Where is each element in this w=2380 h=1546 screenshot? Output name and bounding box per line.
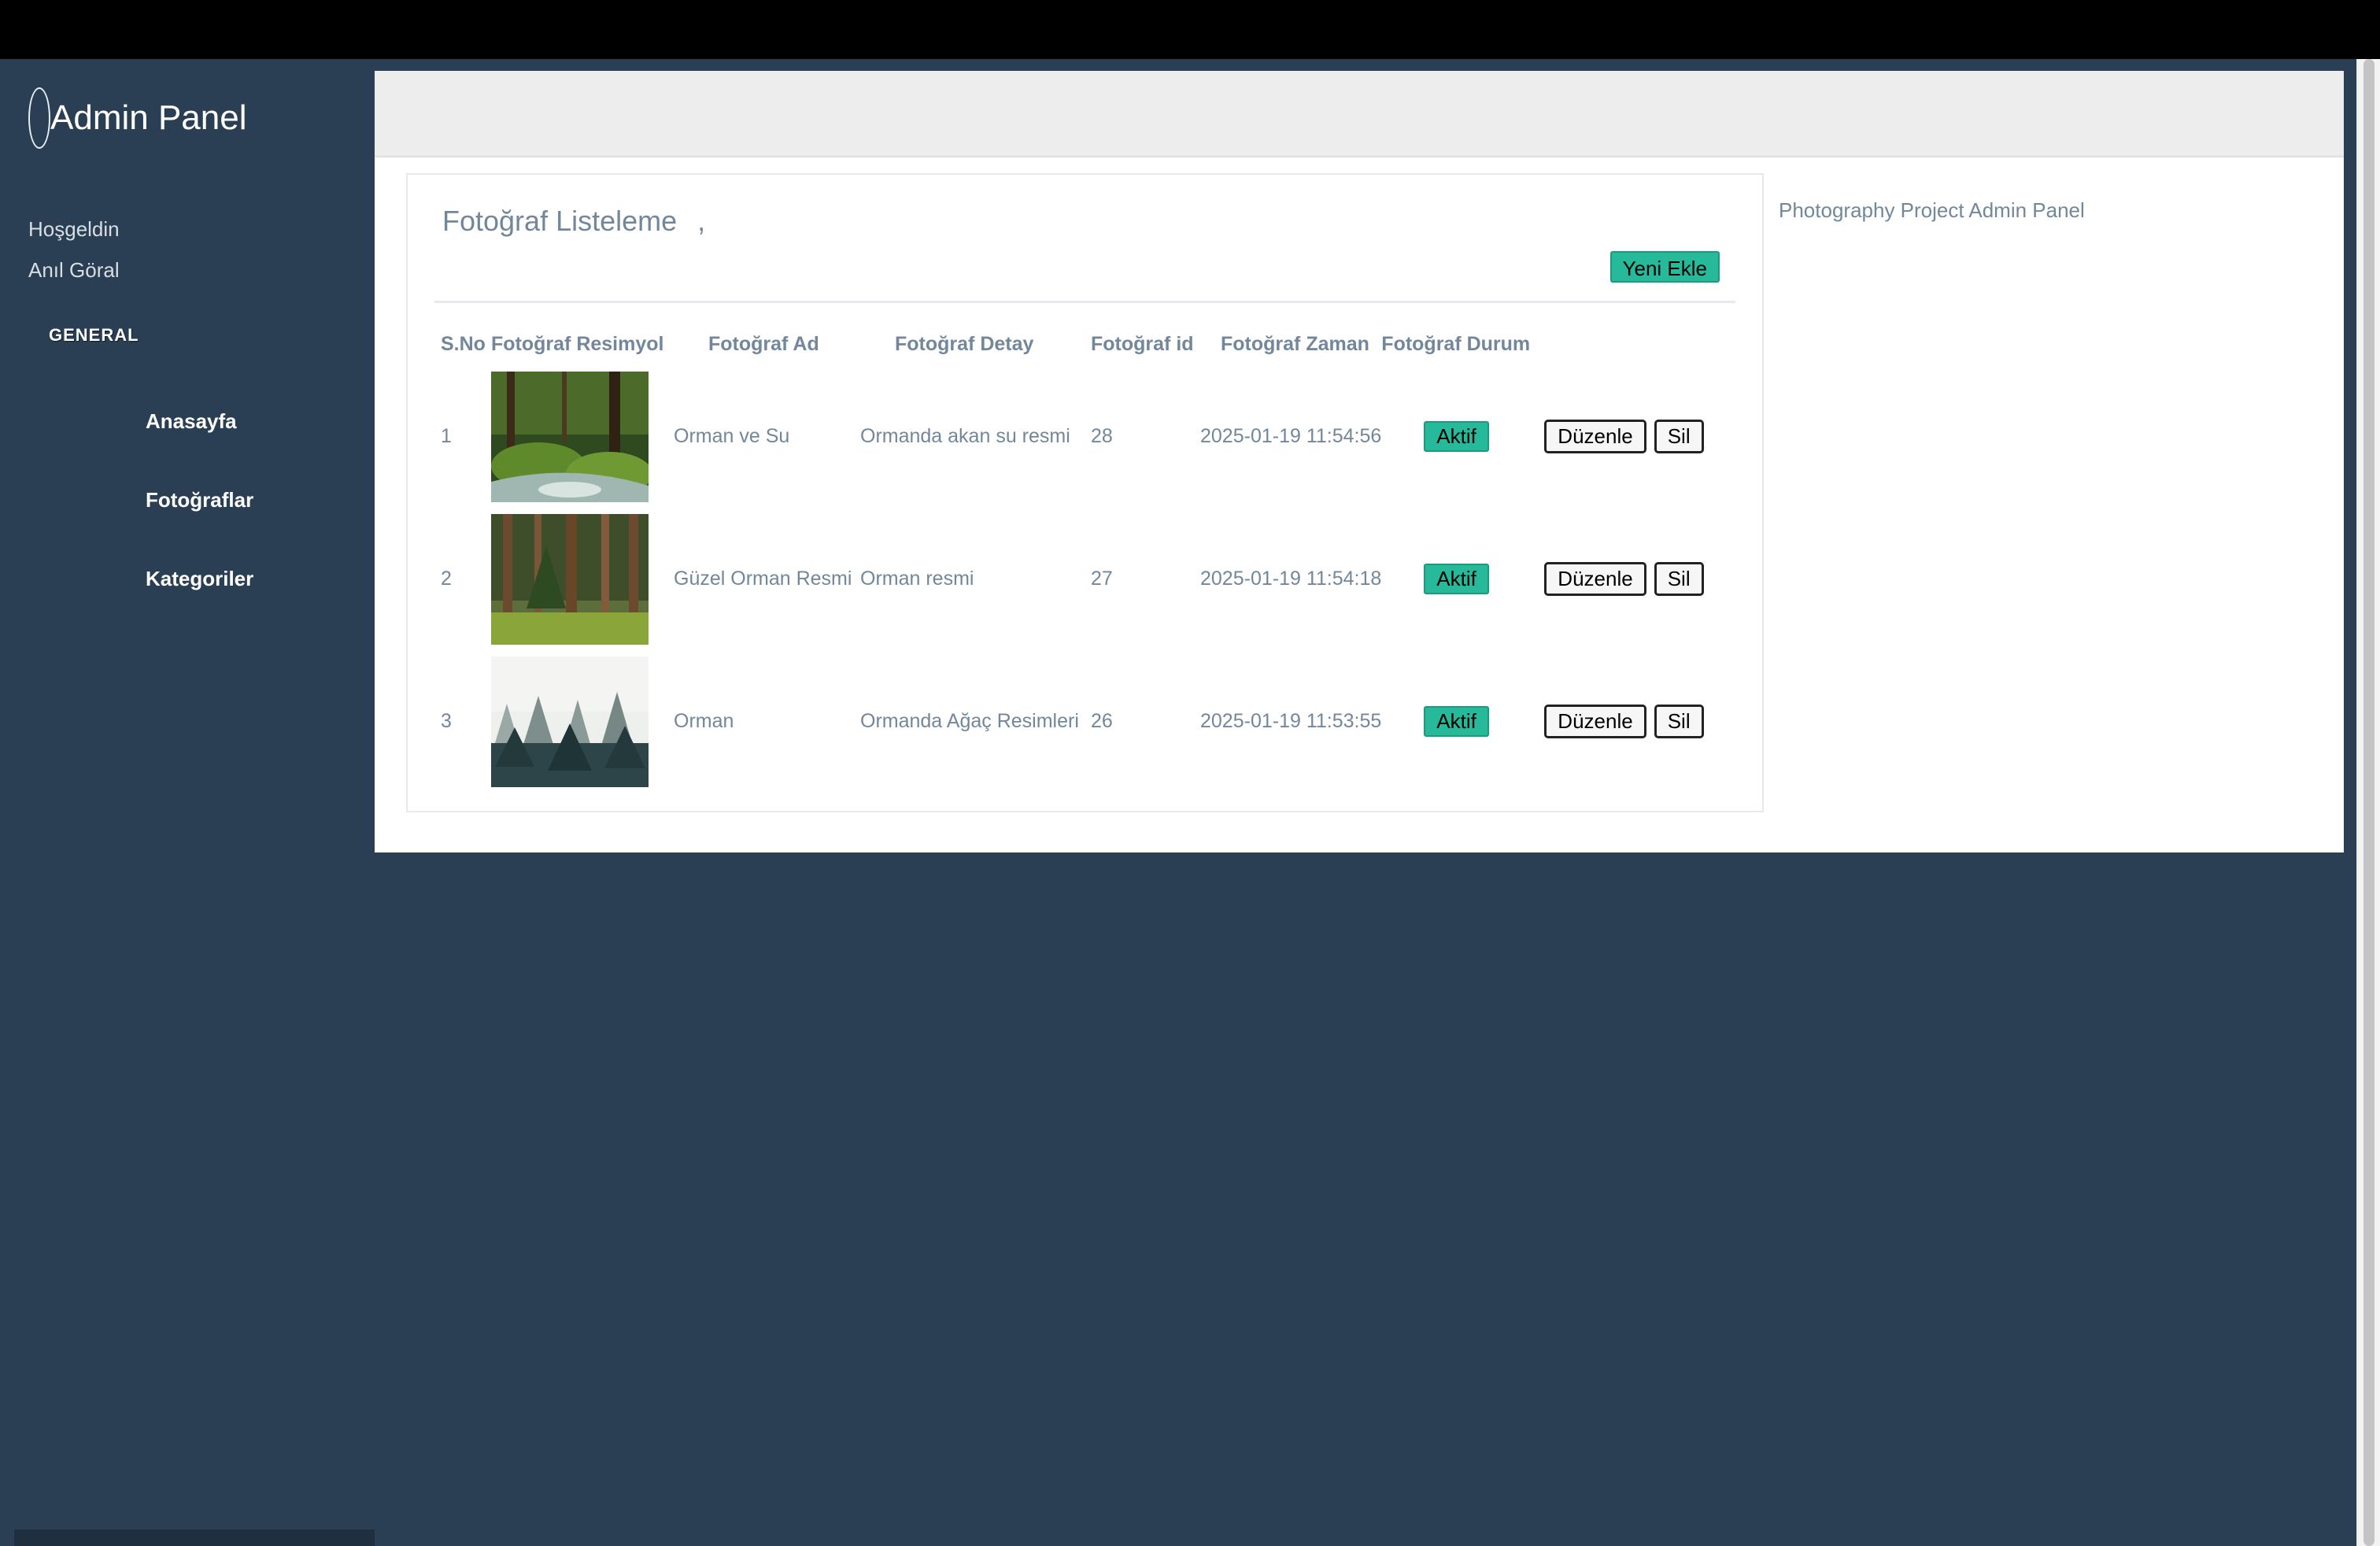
photos-table: S.No Fotoğraf Resimyol Fotoğraf Ad Fotoğ… — [441, 323, 1725, 793]
forest-stream-photo — [491, 371, 649, 502]
cell-status: Aktif — [1381, 650, 1544, 793]
cell-detail: Ormanda akan su resmi — [860, 425, 1070, 447]
cell-actions: Düzenle Sil — [1544, 365, 1725, 508]
panel-divider — [434, 301, 1735, 303]
scrollbar-thumb[interactable] — [2363, 59, 2374, 1546]
cell-id: 28 — [1091, 425, 1113, 447]
header-id: Fotoğraf id — [1091, 332, 1194, 355]
cell-name: Orman — [674, 710, 734, 732]
cell-sno: 1 — [441, 425, 452, 447]
sidebar-item-anasayfa[interactable]: Anasayfa — [146, 382, 253, 460]
cell-sno: 3 — [441, 710, 452, 732]
menu-section-general: GENERAL — [49, 325, 139, 345]
cell-time: 2025-01-19 11:54:56 — [1200, 425, 1382, 447]
header-actions — [1544, 323, 1725, 365]
cell-time: 2025-01-19 11:53:55 — [1200, 710, 1382, 732]
cell-name: Güzel Orman Resmi — [674, 568, 852, 590]
foggy-forest-photo — [491, 656, 649, 787]
edit-button[interactable]: Düzenle — [1544, 705, 1646, 738]
delete-button[interactable]: Sil — [1654, 705, 1704, 738]
main-content: Fotoğraf Listeleme, Yeni Ekle S.No Fotoğ… — [375, 71, 2344, 853]
cell-actions: Düzenle Sil — [1544, 508, 1725, 650]
sidebar-item-fotograflar[interactable]: Fotoğraflar — [146, 460, 253, 539]
delete-button[interactable]: Sil — [1654, 562, 1704, 596]
status-badge: Aktif — [1424, 421, 1489, 452]
header-image-path: Fotoğraf Resimyol — [491, 332, 664, 355]
cell-status: Aktif — [1381, 508, 1544, 650]
table-row: 1 Orman ve Su Ormanda akan su resmi 28 2… — [441, 365, 1725, 508]
side-menu: Anasayfa Fotoğraflar Kategoriler — [146, 382, 253, 618]
cell-detail: Orman resmi — [860, 568, 974, 590]
cell-image — [491, 650, 674, 793]
sidebar-item-kategoriler[interactable]: Kategoriler — [146, 539, 253, 618]
cell-detail: Ormanda Ağaç Resimleri — [860, 710, 1079, 732]
table-row: 2 Güzel Orman Resmi Orman resmi 27 2025-… — [441, 508, 1725, 650]
cell-id: 26 — [1091, 710, 1113, 732]
photo-list-panel: Fotoğraf Listeleme, Yeni Ekle S.No Fotoğ… — [406, 173, 1764, 812]
browser-top-bar — [0, 0, 2380, 59]
edit-button[interactable]: Düzenle — [1544, 420, 1646, 453]
page-title: Fotoğraf Listeleme, — [442, 205, 705, 238]
cell-image — [491, 365, 674, 508]
header-sno: S.No — [441, 332, 486, 355]
cell-name: Orman ve Su — [674, 425, 790, 447]
header-detail: Fotoğraf Detay — [895, 332, 1034, 355]
profile-info: Hoşgeldin Anıl Göral — [28, 209, 120, 290]
cell-id: 27 — [1091, 568, 1113, 590]
pine-forest-photo — [491, 513, 649, 645]
cell-time: 2025-01-19 11:54:18 — [1200, 568, 1382, 590]
table-header-row: S.No Fotoğraf Resimyol Fotoğraf Ad Fotoğ… — [441, 323, 1725, 365]
cell-status: Aktif — [1381, 365, 1544, 508]
footer-text: Photography Project Admin Panel — [1779, 198, 2085, 222]
brand-logo-icon — [28, 87, 50, 149]
cell-actions: Düzenle Sil — [1544, 650, 1725, 793]
page-title-text: Fotoğraf Listeleme — [442, 205, 678, 237]
status-badge: Aktif — [1424, 564, 1489, 594]
table-row: 3 Orman Ormanda Ağaç Resimleri 26 2025-0… — [441, 650, 1725, 793]
brand[interactable]: Admin Panel — [28, 87, 246, 149]
page-scrollbar[interactable] — [2356, 59, 2380, 1546]
cell-sno: 2 — [441, 568, 452, 590]
top-navigation — [375, 71, 2344, 157]
brand-title[interactable]: Admin Panel — [50, 98, 246, 138]
user-name: Anıl Göral — [28, 258, 120, 282]
header-time: Fotoğraf Zaman — [1221, 332, 1369, 355]
add-new-button[interactable]: Yeni Ekle — [1609, 251, 1720, 283]
sidebar: Admin Panel Hoşgeldin Anıl Göral GENERAL… — [0, 59, 375, 1546]
header-name: Fotoğraf Ad — [708, 332, 819, 355]
status-badge: Aktif — [1424, 706, 1489, 737]
sidebar-footer — [14, 1529, 375, 1546]
cell-image — [491, 508, 674, 650]
delete-button[interactable]: Sil — [1654, 420, 1704, 453]
welcome-text: Hoşgeldin — [28, 217, 120, 241]
page-title-suffix: , — [697, 205, 706, 237]
header-status: Fotoğraf Durum — [1381, 332, 1531, 355]
edit-button[interactable]: Düzenle — [1544, 562, 1646, 596]
